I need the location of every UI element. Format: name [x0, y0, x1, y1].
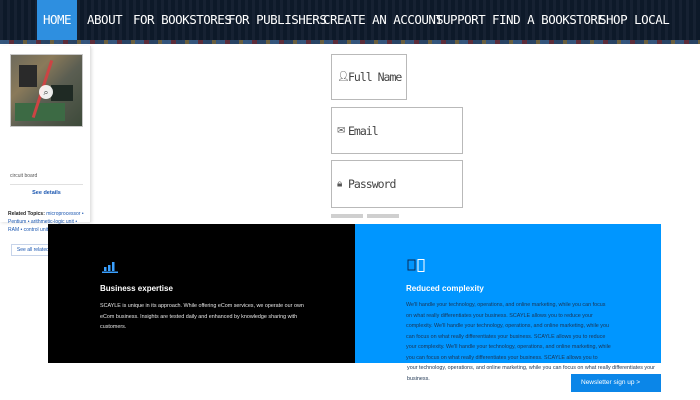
business-expertise-title: Business expertise — [100, 284, 173, 293]
window-icon — [407, 259, 425, 277]
full-name-placeholder: Full Name — [348, 70, 402, 84]
divider — [10, 184, 83, 185]
nav-book-strip — [0, 40, 700, 44]
nav-find-bookstore[interactable]: FIND A BOOKSTORE — [492, 0, 605, 40]
nav-home[interactable]: HOME — [37, 0, 77, 40]
nav-for-bookstores[interactable]: FOR BOOKSTORES — [133, 0, 232, 40]
magnify-icon[interactable]: ⌕ — [39, 85, 53, 99]
envelope-icon: ✉ — [337, 125, 346, 136]
nav-shop-local[interactable]: SHOP LOCAL — [599, 0, 670, 40]
nav-about[interactable]: ABOUT — [87, 0, 123, 40]
bar-chart-icon — [102, 260, 118, 278]
password-placeholder: Password — [348, 177, 396, 191]
newsletter-signup-button[interactable]: Newsletter sign up > — [571, 374, 661, 392]
strength-segment — [367, 214, 399, 218]
business-expertise-panel: Business expertise SCAYLE is unique in i… — [48, 224, 355, 363]
nav-create-account[interactable]: CREATE AN ACCOUNT — [323, 0, 443, 40]
strength-segment — [331, 214, 363, 218]
nav-for-publishers[interactable]: FOR PUBLISHERS — [228, 0, 327, 40]
chip-shape — [19, 65, 37, 87]
full-name-field[interactable]: 👤︎ Full Name — [331, 54, 407, 100]
page: HOME ABOUT FOR BOOKSTORES FOR PUBLISHERS… — [0, 0, 700, 400]
email-placeholder: Email — [348, 123, 379, 138]
reduced-complexity-body: We'll handle your technology, operations… — [406, 302, 611, 361]
password-field[interactable]: 🔒︎ Password — [331, 160, 463, 208]
related-content-card: ⌕ circuit board See details Related Topi… — [0, 46, 91, 256]
see-details-link[interactable]: See details — [10, 190, 83, 196]
reduced-complexity-title: Reduced complexity — [406, 284, 484, 293]
email-field[interactable]: ✉ Email — [331, 107, 463, 154]
business-expertise-body: SCAYLE is unique in its approach. While … — [100, 303, 304, 330]
lock-icon: 🔒︎ — [337, 178, 343, 190]
article-thumbnail[interactable]: ⌕ — [10, 54, 83, 127]
main-nav: HOME ABOUT FOR BOOKSTORES FOR PUBLISHERS… — [0, 0, 700, 44]
board-shape — [15, 103, 65, 121]
chip-shape — [51, 85, 73, 101]
related-topics-label: Related Topics: — [8, 211, 45, 217]
nav-support[interactable]: SUPPORT — [436, 0, 486, 40]
image-caption: circuit board — [10, 173, 38, 179]
